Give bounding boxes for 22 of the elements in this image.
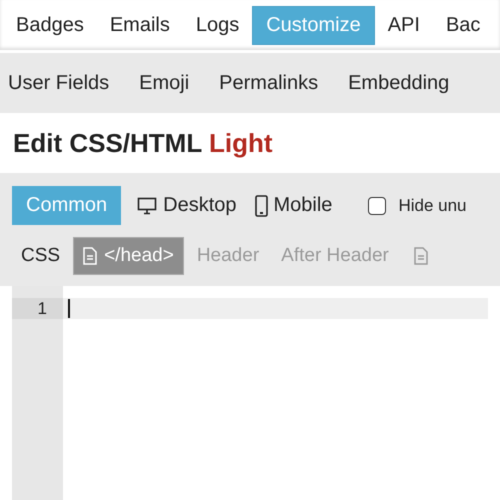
nav-tab[interactable]: Bac: [432, 6, 494, 44]
monitor-icon: [137, 196, 158, 214]
nav-tab[interactable]: Emails: [96, 6, 183, 44]
text-cursor: [68, 299, 70, 318]
sub-nav-link[interactable]: Emoji: [131, 72, 198, 94]
target-tab[interactable]: Mobile: [252, 186, 334, 225]
page-title: Edit CSS/HTML: [13, 128, 202, 158]
document-icon: [83, 247, 98, 265]
sub-nav-link[interactable]: Permalinks: [211, 72, 326, 94]
theme-name: Light: [208, 128, 273, 158]
phone-icon: [254, 194, 268, 216]
nav-tab[interactable]: API: [374, 6, 433, 44]
document-icon[interactable]: [414, 247, 428, 265]
field-tab[interactable]: CSS: [12, 238, 70, 274]
line-number: 1: [12, 298, 63, 319]
nav-tab[interactable]: Badges: [3, 6, 97, 44]
sub-nav-link[interactable]: User Fields: [0, 72, 118, 94]
checkbox-label: Hide unu: [398, 196, 466, 216]
nav-tab[interactable]: Logs: [182, 6, 252, 44]
sub-nav-link[interactable]: Embedding: [340, 72, 458, 94]
target-tab[interactable]: Desktop: [135, 186, 239, 225]
checkbox[interactable]: [368, 196, 386, 214]
